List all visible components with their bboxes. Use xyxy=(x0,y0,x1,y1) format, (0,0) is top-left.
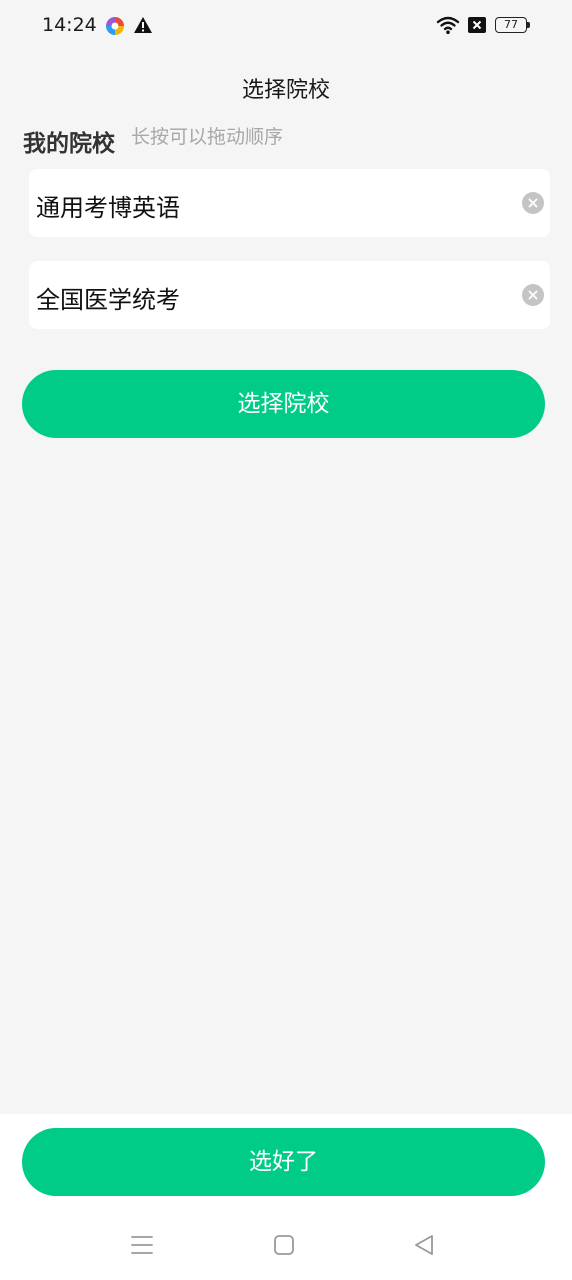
remove-school-button[interactable] xyxy=(522,192,544,214)
done-button[interactable]: 选好了 xyxy=(22,1128,545,1196)
close-icon xyxy=(528,290,538,300)
section-hint: 长按可以拖动顺序 xyxy=(131,126,284,148)
remove-school-button[interactable] xyxy=(522,284,544,306)
battery-icon: 77 xyxy=(495,15,531,35)
screen: 14:24 77 选择院校 我的院校 长按可以拖动顺序 通用考博英语 全国医学统… xyxy=(0,0,572,1280)
school-name: 通用考博英语 xyxy=(36,194,180,222)
sim-disabled-icon xyxy=(467,16,487,34)
section-title: 我的院校 xyxy=(23,131,115,157)
menu-icon[interactable] xyxy=(131,1234,153,1256)
school-card[interactable]: 全国医学统考 xyxy=(29,261,550,329)
battery-level: 77 xyxy=(495,17,527,33)
wifi-icon xyxy=(436,15,460,35)
warning-icon xyxy=(133,15,153,35)
close-icon xyxy=(528,198,538,208)
select-school-button[interactable]: 选择院校 xyxy=(22,370,545,438)
status-bar: 14:24 77 xyxy=(0,0,572,52)
status-time: 14:24 xyxy=(42,14,97,36)
school-name: 全国医学统考 xyxy=(36,286,180,314)
app-notification-icon xyxy=(105,16,125,36)
home-icon[interactable] xyxy=(273,1234,295,1256)
page-title: 选择院校 xyxy=(241,78,330,103)
navigation-bar xyxy=(0,1222,572,1268)
battery-tip xyxy=(527,22,530,28)
school-card[interactable]: 通用考博英语 xyxy=(29,169,550,237)
back-icon[interactable] xyxy=(413,1234,435,1256)
